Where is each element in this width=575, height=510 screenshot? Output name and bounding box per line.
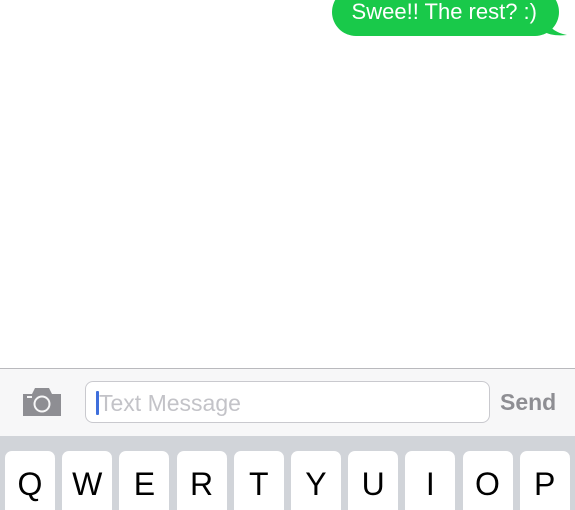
messages-screen: Swee!! The rest? :) Text Message Send QW… bbox=[0, 0, 575, 510]
conversation-view[interactable]: Swee!! The rest? :) bbox=[0, 0, 575, 368]
key-i[interactable]: I bbox=[405, 451, 456, 510]
key-t[interactable]: T bbox=[233, 451, 284, 510]
message-input-bar: Text Message Send bbox=[0, 368, 575, 436]
send-button[interactable]: Send bbox=[500, 381, 568, 423]
key-p[interactable]: P bbox=[519, 451, 570, 510]
key-y[interactable]: Y bbox=[290, 451, 341, 510]
message-text-field[interactable]: Text Message bbox=[85, 381, 490, 423]
key-q[interactable]: Q bbox=[5, 451, 55, 510]
key-o[interactable]: O bbox=[462, 451, 513, 510]
outgoing-message-bubble[interactable]: Swee!! The rest? :) bbox=[331, 0, 567, 36]
bubble-tail bbox=[543, 12, 569, 36]
message-text: Swee!! The rest? :) bbox=[351, 0, 537, 24]
key-e[interactable]: E bbox=[119, 451, 170, 510]
camera-button[interactable] bbox=[20, 385, 64, 419]
key-r[interactable]: R bbox=[176, 451, 227, 510]
key-w[interactable]: W bbox=[62, 451, 113, 510]
keyboard-row-top: QWERTYUIOP bbox=[5, 451, 575, 510]
key-u[interactable]: U bbox=[348, 451, 399, 510]
keyboard: QWERTYUIOP bbox=[0, 436, 575, 510]
message-placeholder: Text Message bbox=[99, 390, 241, 416]
camera-icon bbox=[23, 388, 61, 416]
